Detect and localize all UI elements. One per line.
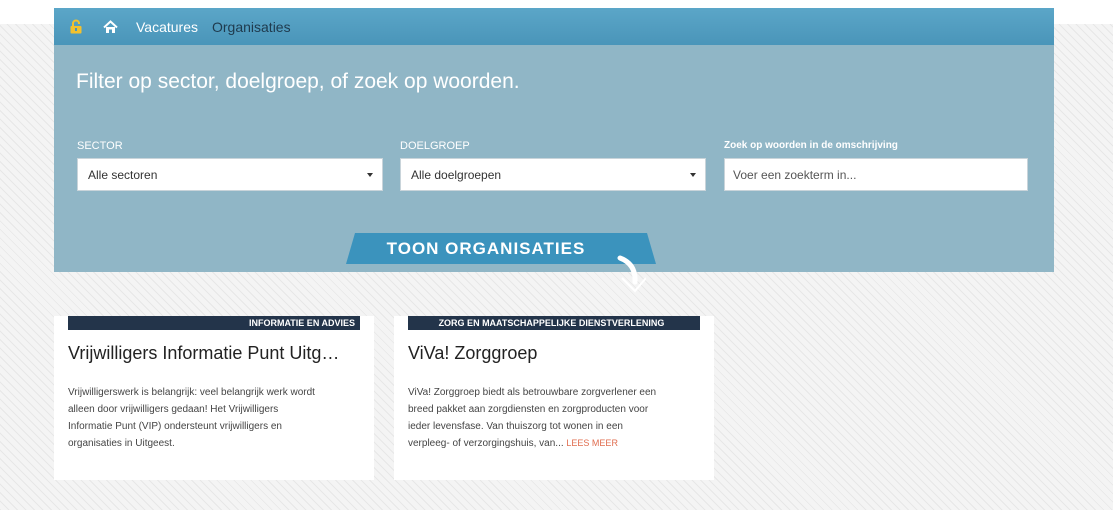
card-description-line: alleen door vrijwilligers gedaan! Het Vr… [68, 404, 279, 415]
lock-icon[interactable] [68, 19, 84, 35]
card-description-line: breed pakket aan zorgdiensten en zorgpro… [408, 404, 649, 415]
filter-panel: Vacatures Organisaties Filter op sector,… [54, 8, 1054, 272]
chevron-down-icon [690, 173, 696, 177]
card-title[interactable]: Vrijwilligers Informatie Punt Uitg… [68, 343, 364, 364]
search-label: Zoek op woorden in de omschrijving [724, 140, 898, 151]
card-description: ViVa! Zorggroep biedt als betrouwbare zo… [408, 384, 656, 452]
doelgroep-label: DOELGROEP [400, 140, 470, 152]
card-description-line: ieder levensfase. Van thuiszorg tot wone… [408, 421, 623, 432]
card-description-text: verpleeg- of verzorgingshuis, van... [408, 438, 564, 449]
sector-select[interactable]: Alle sectoren [77, 158, 383, 191]
home-icon[interactable] [102, 19, 118, 35]
navbar: Vacatures Organisaties [54, 8, 1054, 45]
toon-organisaties-label: TOON ORGANISATIES [386, 238, 586, 258]
doelgroep-select[interactable]: Alle doelgroepen [400, 158, 706, 191]
card-description-line: verpleeg- of verzorgingshuis, van... LEE… [408, 435, 656, 452]
card-description-line: Informatie Punt (VIP) ondersteunt vrijwi… [68, 421, 282, 432]
filter-headline: Filter op sector, doelgroep, of zoek op … [76, 70, 520, 93]
nav-link-organisaties[interactable]: Organisaties [212, 19, 291, 35]
card-title[interactable]: ViVa! Zorggroep [408, 343, 704, 364]
lees-meer-link[interactable]: LEES MEER [566, 438, 618, 448]
card-description-line: Vrijwilligerswerk is belangrijk: veel be… [68, 387, 315, 398]
search-input[interactable] [724, 158, 1028, 191]
card-description-line: organisaties in Uitgeest. [68, 438, 175, 449]
sector-label: SECTOR [77, 140, 123, 152]
arrow-down-icon [617, 255, 646, 293]
nav-link-vacatures[interactable]: Vacatures [136, 19, 198, 35]
sector-select-value: Alle sectoren [88, 167, 158, 182]
organisation-card[interactable]: ZORG EN MAATSCHAPPELIJKE DIENSTVERLENING… [394, 316, 714, 480]
sector-badge: INFORMATIE EN ADVIES [68, 316, 360, 330]
card-description-line: ViVa! Zorggroep biedt als betrouwbare zo… [408, 387, 657, 398]
chevron-down-icon [367, 173, 373, 177]
sector-badge: ZORG EN MAATSCHAPPELIJKE DIENSTVERLENING [408, 316, 700, 330]
organisation-card[interactable]: INFORMATIE EN ADVIES Vrijwilligers Infor… [54, 316, 374, 480]
doelgroep-select-value: Alle doelgroepen [411, 167, 502, 182]
card-description: Vrijwilligerswerk is belangrijk: veel be… [68, 384, 315, 452]
